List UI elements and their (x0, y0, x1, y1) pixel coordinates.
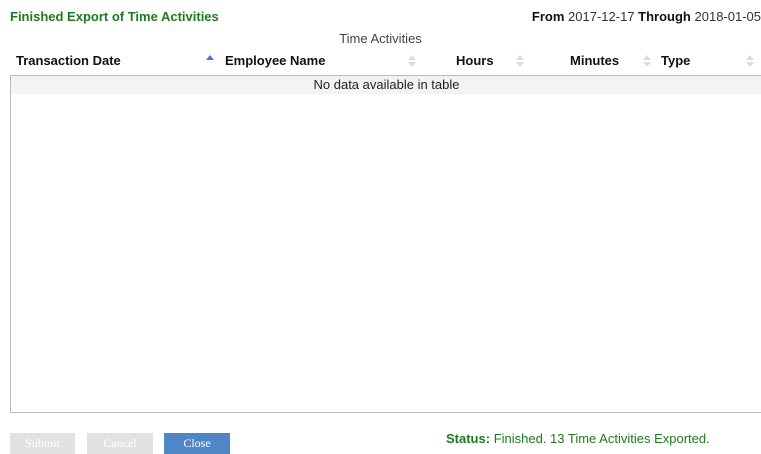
submit-button[interactable]: Submit (10, 433, 75, 454)
sort-both-icon[interactable] (408, 55, 416, 67)
cancel-button[interactable]: Cancel (87, 433, 153, 454)
from-label: From (531, 9, 565, 24)
through-label: Through (638, 9, 691, 24)
column-header-type[interactable]: Type (661, 47, 690, 75)
column-header-label: Type (661, 53, 691, 68)
column-header-label: Minutes (570, 53, 620, 68)
date-range: From 2017-12-17 Through 2018-01-05 (532, 9, 761, 24)
column-header-label: Transaction Date (16, 53, 121, 68)
table-header: Transaction Date Employee Name Hours Min… (10, 47, 761, 76)
through-date: 2018-01-05 (694, 9, 761, 24)
status-text: Finished. 13 Time Activities Exported. (493, 431, 710, 446)
column-header-label: Hours (456, 53, 494, 68)
close-button[interactable]: Close (164, 433, 230, 454)
column-header-minutes[interactable]: Minutes (570, 47, 619, 75)
status-label: Status: (446, 431, 491, 446)
table-body[interactable]: No data available in table (10, 76, 761, 413)
table-caption: Time Activities (339, 31, 422, 46)
column-header-label: Employee Name (225, 53, 326, 68)
export-title: Finished Export of Time Activities (10, 9, 219, 24)
from-date: 2017-12-17 (568, 9, 635, 24)
empty-table-message: No data available in table (11, 76, 761, 94)
status-message: Status: Finished. 13 Time Activities Exp… (446, 431, 710, 446)
column-header-hours[interactable]: Hours (456, 47, 494, 75)
sort-both-icon[interactable] (746, 55, 754, 67)
column-header-employee-name[interactable]: Employee Name (225, 47, 325, 75)
sort-ascending-icon[interactable] (206, 55, 214, 67)
sort-both-icon[interactable] (643, 55, 651, 67)
column-header-transaction-date[interactable]: Transaction Date (16, 47, 121, 75)
sort-both-icon[interactable] (516, 55, 524, 67)
